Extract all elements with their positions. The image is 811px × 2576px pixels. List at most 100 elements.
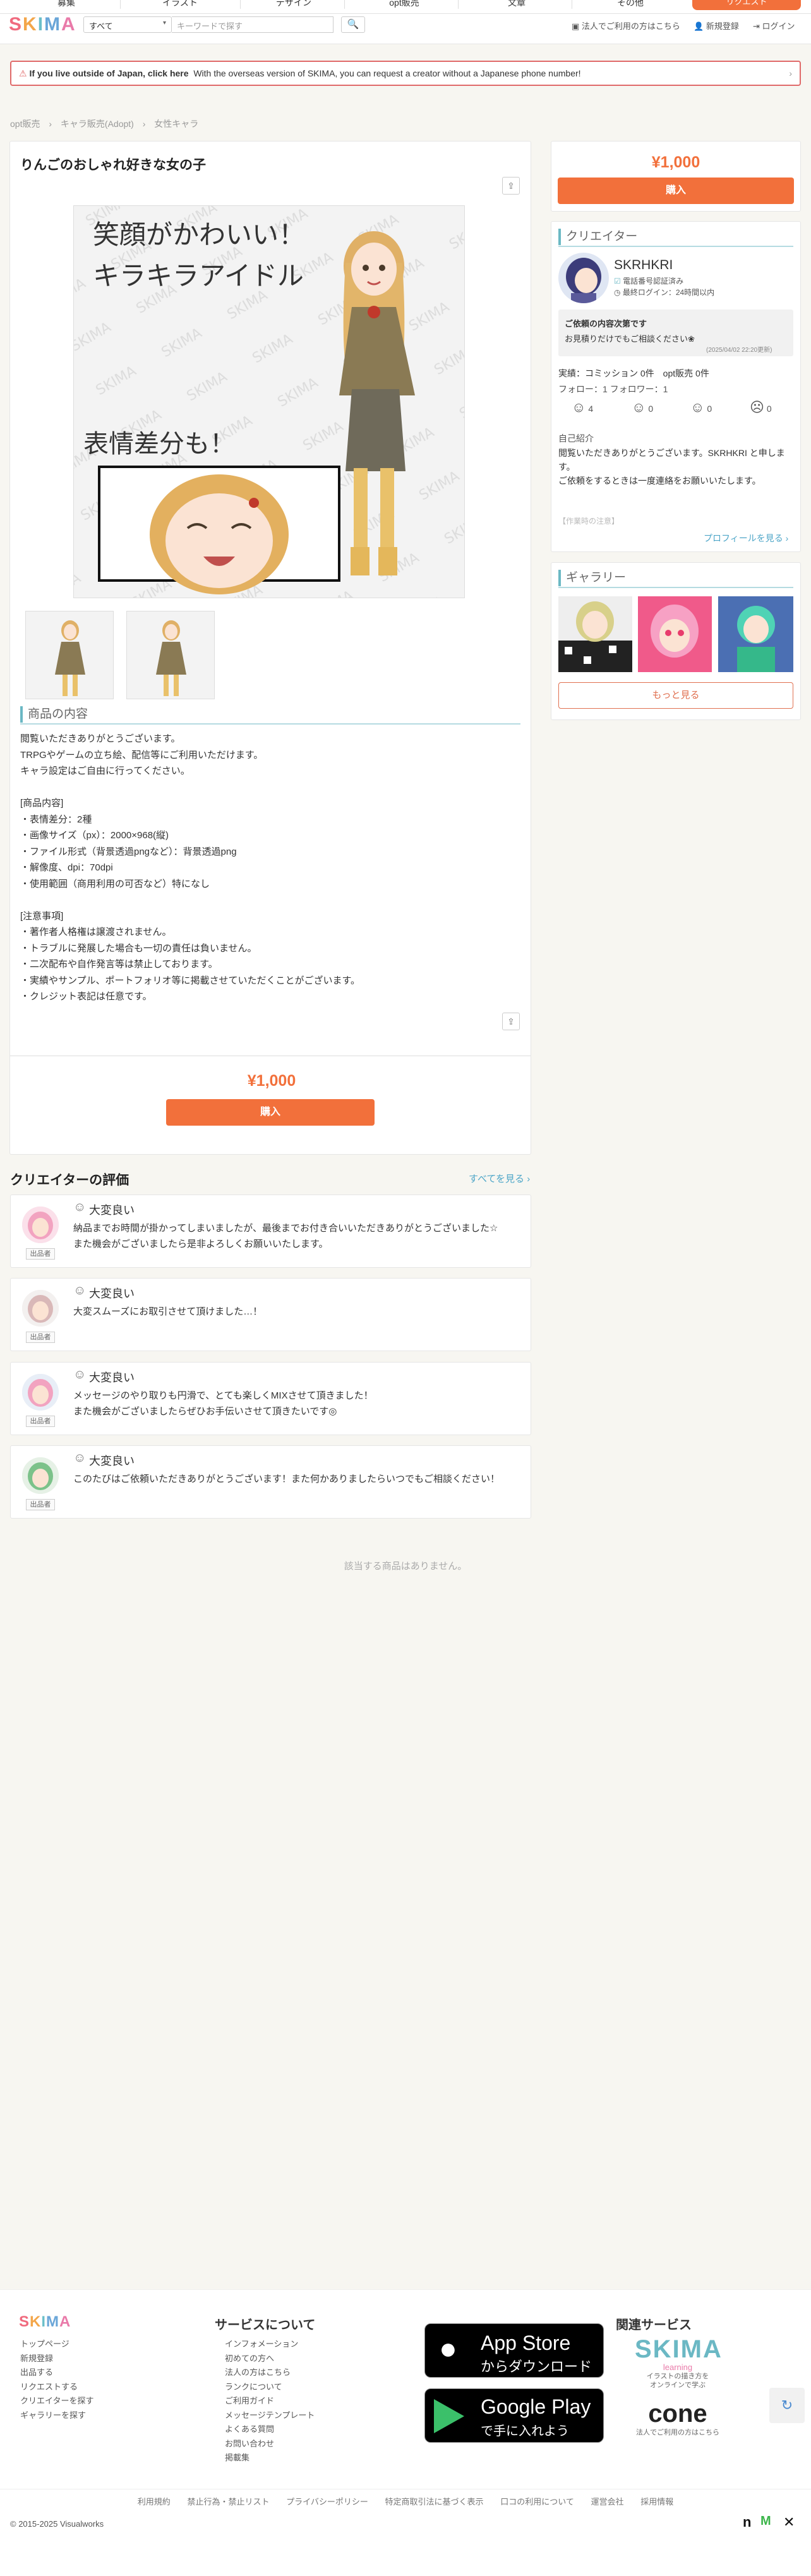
thumbnail-2[interactable] (126, 611, 215, 699)
creator-heading: クリエイター (558, 229, 637, 245)
nav-item[interactable]: 募集 (3, 0, 129, 9)
request-button[interactable]: リクエスト (692, 0, 801, 10)
site-logo[interactable]: SKIMA (9, 14, 76, 35)
bottom-link[interactable]: プライバシーポリシー (286, 2497, 368, 2507)
see-all-reviews-link[interactable]: すべてを見る › (469, 1172, 530, 1185)
breadcrumb-item[interactable]: 女性キャラ (154, 119, 198, 129)
footer-link[interactable]: ランクについて (225, 2380, 315, 2395)
footer-link[interactable]: 新規登録 (20, 2352, 93, 2366)
footer-link[interactable]: よくある質問 (225, 2423, 315, 2437)
review-rating: 大変良い (89, 1455, 135, 1467)
footer-link[interactable]: 初めての方へ (225, 2352, 315, 2366)
signup-link[interactable]: 👤 新規登録 (694, 20, 739, 32)
footer-link[interactable]: クリエイターを探す (20, 2394, 93, 2409)
review-rating: 大変良い (89, 1371, 135, 1384)
footer-link[interactable]: トップページ (20, 2337, 93, 2352)
footer-link[interactable]: ギャラリーを探す (20, 2409, 93, 2423)
note-icon[interactable]: n (743, 2514, 751, 2531)
google-play-icon (434, 2399, 464, 2433)
mixi-icon[interactable]: M (760, 2514, 771, 2529)
bottom-link[interactable]: 特定商取引法に基づく表示 (385, 2497, 484, 2507)
cone-link[interactable]: cone 法人でご利用の方はこちら (632, 2400, 724, 2437)
reviewer-avatar[interactable] (22, 1457, 59, 1494)
app-store-button[interactable]: ● App Store からダウンロード (424, 2323, 604, 2378)
login-link[interactable]: ⇥ ログイン (753, 20, 795, 32)
review-card: 出品者 ☺ 大変良い 大変スムーズにお取引させて頂けました…！ (10, 1278, 531, 1351)
thumbnail-1[interactable] (25, 611, 114, 699)
footer-link[interactable]: インフォメーション (225, 2337, 315, 2352)
rating-bad: ☹ 0 (750, 399, 772, 416)
gallery-more-button[interactable]: もっと見る (558, 682, 793, 709)
review-text: メッセージのやり取りも円滑で、とても楽しくMIXさせて頂きました！ また機会がご… (73, 1390, 373, 1417)
footer-link[interactable]: リクエストする (20, 2380, 93, 2395)
app-store-sub: からダウンロード (481, 2359, 592, 2374)
creator-name[interactable]: SKRHKRI (614, 258, 673, 273)
corporate-link[interactable]: ▣ 法人でご利用の方はこちら (572, 20, 680, 32)
product-price: ¥1,000 (247, 1072, 296, 1090)
section-divider (558, 587, 793, 588)
breadcrumb-item[interactable]: opt販売 (10, 119, 40, 129)
skima-learning-link[interactable]: SKIMA learning イラストの描き方を オンラインで学ぶ (635, 2336, 721, 2390)
chevron-right-icon: › (789, 68, 792, 78)
x-icon[interactable]: ✕ (783, 2514, 795, 2531)
nav-item[interactable]: イラスト (117, 0, 243, 9)
good-face-icon: ☺ (632, 399, 646, 415)
skima-learning-logo: SKIMA (635, 2335, 723, 2363)
nav-item[interactable]: その他 (567, 0, 694, 9)
nav-item[interactable]: 文章 (454, 0, 580, 9)
footer-nav-primary: トップページ 新規登録 出品する リクエストする クリエイターを探す ギャラリー… (20, 2337, 93, 2423)
nav-item[interactable]: デザイン (231, 0, 357, 9)
category-select[interactable]: すべて ▾ (83, 16, 172, 33)
last-login: ◷ 最終ログイン：24時間以内 (614, 287, 714, 298)
profile-link[interactable]: プロフィールを見る › (704, 532, 788, 545)
consult-text: お見積りだけでもご相談ください❀ (565, 334, 695, 344)
chevron-right-icon: › (49, 119, 52, 129)
section-heading: 商品の内容 (20, 706, 88, 723)
login-icon: ⇥ (753, 21, 762, 31)
last-login-label: 最終ログイン：24時間以内 (622, 288, 715, 297)
footer-link[interactable]: 法人の方はこちら (225, 2366, 315, 2380)
footer-link[interactable]: メッセージテンプレート (225, 2409, 315, 2423)
very-good-face-icon: ☺ (73, 1368, 87, 1381)
reviewer-avatar[interactable] (22, 1290, 59, 1327)
reviewer-avatar[interactable] (22, 1374, 59, 1411)
bottom-link[interactable]: 採用情報 (640, 2497, 673, 2507)
reviewer-avatar[interactable] (22, 1207, 59, 1243)
gallery-image (718, 596, 793, 672)
footer-logo[interactable]: SKIMA (19, 2313, 71, 2331)
bottom-link[interactable]: 利用規約 (138, 2497, 171, 2507)
share-icon[interactable]: ⇪ (502, 1013, 520, 1030)
product-description: 閲覧いただきありがとうございます。 TRPGやゲームの立ち絵、配信等にご利用いた… (20, 733, 361, 1002)
creator-avatar[interactable] (558, 253, 609, 303)
notice-text: With the overseas version of SKIMA, you … (193, 68, 581, 78)
very-good-face-icon: ☺ (73, 1451, 87, 1465)
search-input[interactable]: キーワードで探す (172, 16, 333, 33)
buy-button[interactable]: 購入 (166, 1099, 375, 1126)
bottom-link[interactable]: 口コの利用について (500, 2497, 574, 2507)
overseas-notice[interactable]: ⚠ If you live outside of Japan, click he… (10, 61, 801, 86)
rating-very-good: ☺ 4 (572, 399, 593, 416)
nav-item[interactable]: opt販売 (341, 0, 467, 9)
sidebar-buy-button[interactable]: 購入 (558, 178, 794, 204)
footer-link[interactable]: ご利用ガイド (225, 2394, 315, 2409)
breadcrumb-item[interactable]: キャラ販売(Adopt) (61, 119, 134, 129)
search-button[interactable]: 🔍 (341, 16, 365, 33)
bottom-link[interactable]: 禁止行為・禁止リスト (187, 2497, 269, 2507)
bad-face-icon: ☹ (750, 399, 764, 415)
footer-link[interactable]: お問い合わせ (225, 2437, 315, 2452)
share-icon[interactable]: ⇪ (502, 177, 520, 195)
rating-count: 0 (707, 404, 712, 414)
gallery-image (638, 596, 712, 672)
footer-link[interactable]: 出品する (20, 2366, 93, 2380)
bottom-link[interactable]: 運営会社 (591, 2497, 624, 2507)
recaptcha-icon[interactable]: ↻ (769, 2388, 805, 2423)
gallery-item-3[interactable] (718, 596, 793, 672)
footer-link[interactable]: 掲載集 (225, 2451, 315, 2465)
product-main-image[interactable]: SKIMA 笑顔がかわいい！ キラキラアイドル 表情差分も！ (73, 205, 465, 598)
rating-count: 4 (588, 404, 594, 414)
chevron-right-icon: › (142, 119, 146, 129)
image-caption-1: 笑顔がかわいい！ (93, 219, 305, 250)
gallery-item-2[interactable] (638, 596, 712, 672)
google-play-button[interactable]: Google Play で手に入れよう (424, 2388, 604, 2443)
gallery-item-1[interactable] (558, 596, 632, 672)
